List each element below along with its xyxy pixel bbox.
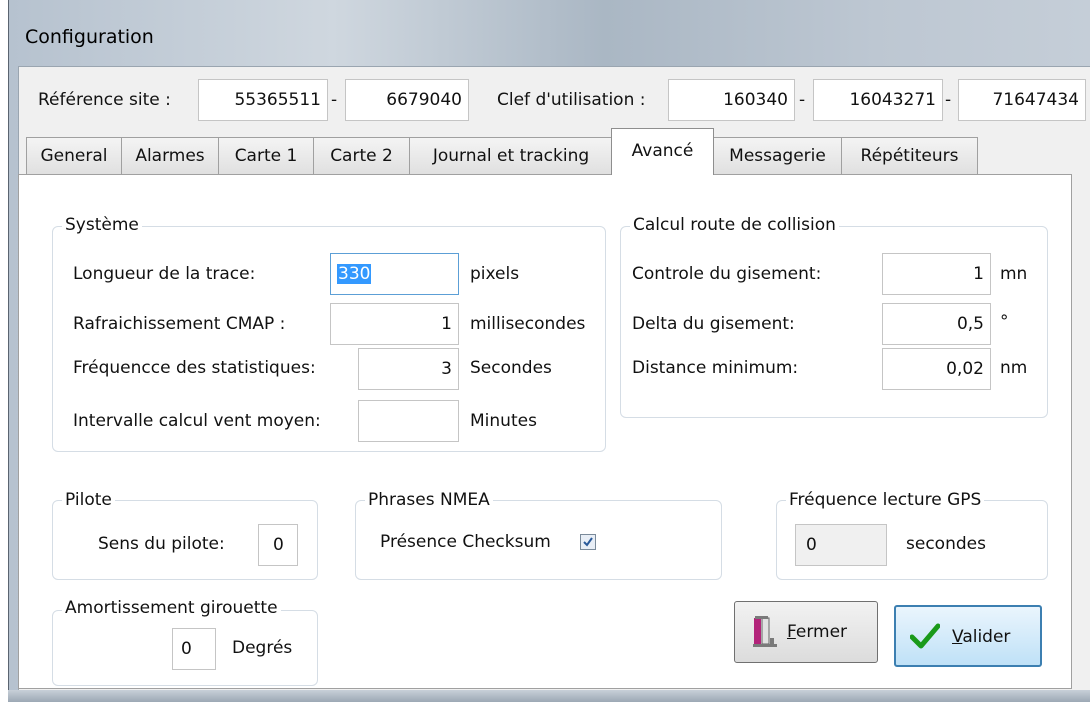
tab-repetiteurs[interactable]: Répétiteurs xyxy=(841,137,978,174)
stats-frequency-label: Fréquencce des statistiques: xyxy=(73,358,316,378)
exit-door-icon xyxy=(753,616,777,647)
window-title: Configuration xyxy=(25,26,154,48)
tab-avance[interactable]: Avancé xyxy=(611,128,714,175)
usage-key-field-2[interactable]: 16043271 xyxy=(813,79,943,121)
checkmark-icon xyxy=(910,623,940,649)
pilot-direction-input[interactable]: 0 xyxy=(258,524,298,566)
cmap-refresh-input[interactable]: 1 xyxy=(330,303,459,345)
wind-interval-label: Intervalle calcul vent moyen: xyxy=(73,411,321,431)
site-ref-field-1[interactable]: 55365511 xyxy=(198,79,328,121)
tab-carte-2[interactable]: Carte 2 xyxy=(313,137,410,174)
bearing-delta-label: Delta du gisement: xyxy=(632,314,795,334)
trace-length-input[interactable]: 330 xyxy=(330,253,459,295)
wind-interval-input[interactable] xyxy=(358,400,459,442)
checksum-checkbox[interactable] xyxy=(580,534,596,550)
usage-key-field-3[interactable]: 71647434 xyxy=(958,79,1086,121)
site-ref-field-2[interactable]: 6679040 xyxy=(345,79,469,121)
vane-damping-unit: Degrés xyxy=(232,638,293,658)
trace-length-unit: pixels xyxy=(470,264,520,284)
min-distance-input[interactable]: 0,02 xyxy=(882,348,991,390)
bearing-control-label: Controle du gisement: xyxy=(632,264,822,284)
usage-key-separator-2: - xyxy=(945,90,952,110)
site-ref-separator: - xyxy=(331,90,338,110)
bearing-control-unit: mn xyxy=(1000,264,1028,284)
checkbox-check-icon xyxy=(583,537,593,547)
group-collision-title: Calcul route de collision xyxy=(630,215,839,235)
cmap-refresh-unit: millisecondes xyxy=(470,314,586,334)
min-distance-unit: nm xyxy=(1000,358,1028,378)
usage-key-separator-1: - xyxy=(799,90,806,110)
group-girouette-title: Amortissement girouette xyxy=(62,598,281,618)
checksum-label: Présence Checksum xyxy=(380,532,551,552)
vane-damping-input[interactable]: 0 xyxy=(172,628,216,670)
usage-key-label: Clef d'utilisation : xyxy=(497,90,646,110)
close-button-label: Fermer xyxy=(787,622,848,642)
stats-frequency-input[interactable]: 3 xyxy=(358,348,459,390)
site-ref-label: Référence site : xyxy=(38,90,171,110)
gps-frequency-field: 0 xyxy=(795,524,887,566)
validate-button[interactable]: Valider xyxy=(894,605,1042,667)
gps-frequency-unit: secondes xyxy=(906,534,986,554)
tab-alarmes[interactable]: Alarmes xyxy=(121,137,219,174)
tab-messagerie[interactable]: Messagerie xyxy=(713,137,842,174)
group-gps-title: Fréquence lecture GPS xyxy=(786,490,985,510)
tab-carte-1[interactable]: Carte 1 xyxy=(218,137,314,174)
close-button[interactable]: Fermer xyxy=(734,601,878,663)
wind-interval-unit: Minutes xyxy=(470,411,537,431)
group-systeme-title: Système xyxy=(62,215,142,235)
group-pilote-title: Pilote xyxy=(62,490,115,510)
validate-button-label: Valider xyxy=(952,627,1011,647)
cmap-refresh-label: Rafraichissement CMAP : xyxy=(73,314,286,334)
stats-frequency-unit: Secondes xyxy=(470,358,552,378)
tab-journal-tracking[interactable]: Journal et tracking xyxy=(409,137,613,174)
bearing-delta-unit: ° xyxy=(1000,312,1009,332)
group-nmea-title: Phrases NMEA xyxy=(365,490,493,510)
usage-key-field-1[interactable]: 160340 xyxy=(668,79,795,121)
min-distance-label: Distance minimum: xyxy=(632,358,799,378)
tab-general[interactable]: General xyxy=(26,137,122,174)
bearing-control-input[interactable]: 1 xyxy=(882,253,991,295)
window-bottom-edge xyxy=(8,690,1090,702)
bearing-delta-input[interactable]: 0,5 xyxy=(882,303,991,345)
pilot-direction-label: Sens du pilote: xyxy=(98,534,225,554)
trace-length-label: Longueur de la trace: xyxy=(73,264,256,284)
